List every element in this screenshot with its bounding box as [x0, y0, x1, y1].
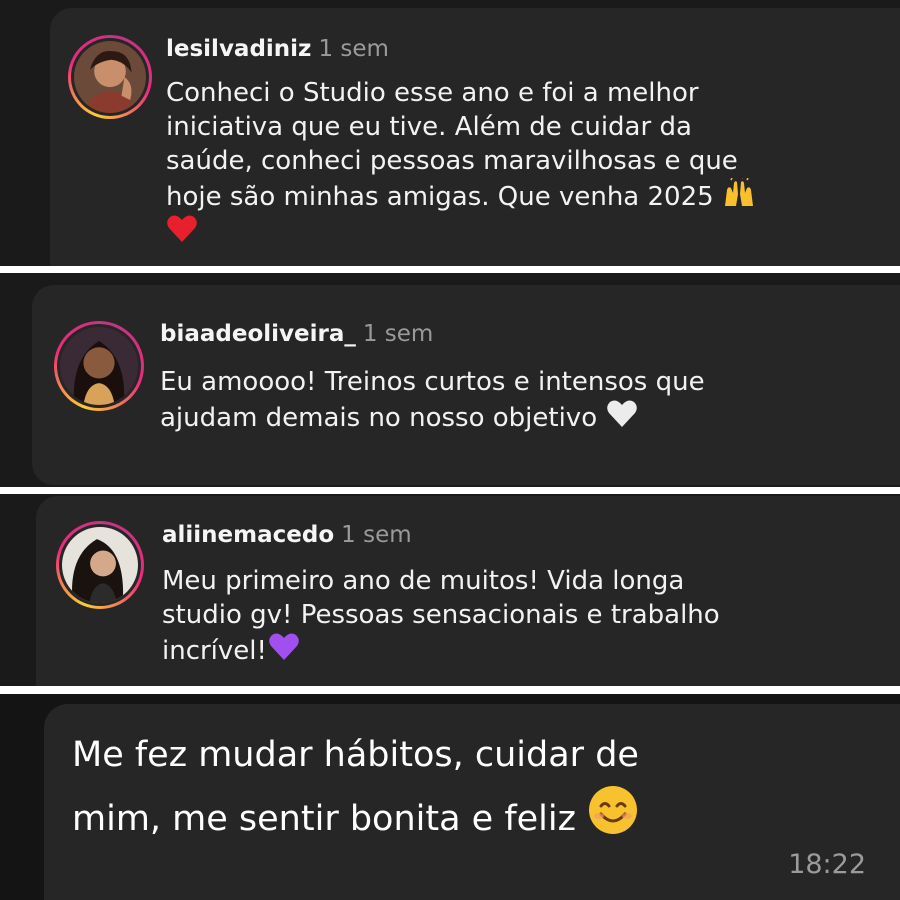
comment-line: iniciativa que eu tive. Além de cuidar d…	[166, 112, 692, 142]
raising-hands-emoji	[722, 178, 756, 208]
comment-line-emoji	[166, 214, 756, 250]
comment-line: studio gv! Pessoas sensacionais e trabal…	[162, 600, 720, 630]
avatar[interactable]	[68, 35, 152, 119]
username[interactable]: aliinemacedo	[162, 522, 334, 548]
chat-line-with-emoji: mim, me sentir bonita e feliz	[72, 784, 639, 848]
comment-meta: lesilvadiniz 1 sem	[166, 34, 389, 64]
comment-card: lesilvadiniz 1 sem Conheci o Studio esse …	[50, 8, 900, 266]
avatar-photo	[74, 41, 146, 113]
avatar-photo	[62, 527, 138, 603]
red-heart-emoji	[166, 214, 198, 244]
message-timestamp: 18:22	[788, 849, 866, 880]
comment-line: ajudam demais no nosso objetivo	[160, 403, 598, 433]
white-heart-emoji	[605, 399, 639, 429]
divider	[0, 686, 900, 694]
chat-panel: Me fez mudar hábitos, cuidar de mim, me …	[0, 694, 900, 900]
divider	[0, 487, 900, 494]
comment-card: aliinemacedo 1 sem Meu primeiro ano de mu…	[36, 496, 900, 686]
comment-time: 1 sem	[318, 36, 389, 62]
comment-meta: biaadeoliveira_ 1 sem	[160, 319, 433, 349]
comment-line-with-emoji: incrível!	[162, 632, 720, 668]
divider	[0, 266, 900, 273]
username[interactable]: lesilvadiniz	[166, 36, 311, 62]
comment-text: Conheci o Studio esse ano e foi a melhor…	[166, 76, 756, 250]
screenshot-collage: lesilvadiniz 1 sem Conheci o Studio esse …	[0, 0, 900, 900]
comment-line-with-emoji: hoje são minhas amigas. Que venha 2025	[166, 178, 756, 214]
comment-line: incrível!	[162, 636, 267, 666]
comment-meta: aliinemacedo 1 sem	[162, 520, 412, 550]
comment-panel-2: biaadeoliveira_ 1 sem Eu amoooo! Treinos …	[0, 273, 900, 487]
comment-panel-3: aliinemacedo 1 sem Meu primeiro ano de mu…	[0, 494, 900, 686]
comment-line: hoje são minhas amigas. Que venha 2025	[166, 182, 714, 212]
purple-heart-emoji	[267, 632, 301, 662]
smiling-face-emoji	[587, 784, 639, 836]
comment-line: Eu amoooo! Treinos curtos e intensos que	[160, 367, 705, 397]
chat-line: Me fez mudar hábitos, cuidar de	[72, 735, 639, 775]
comment-line: saúde, conheci pessoas maravilhosas e qu…	[166, 146, 738, 176]
comment-card: biaadeoliveira_ 1 sem Eu amoooo! Treinos …	[32, 285, 900, 485]
comment-panel-1: lesilvadiniz 1 sem Conheci o Studio esse …	[0, 0, 900, 266]
chat-line: mim, me sentir bonita e feliz	[72, 799, 576, 839]
comment-time: 1 sem	[341, 522, 412, 548]
chat-message-text: Me fez mudar hábitos, cuidar de mim, me …	[72, 726, 639, 848]
comment-text: Meu primeiro ano de muitos! Vida longa s…	[162, 564, 720, 668]
avatar-photo	[60, 327, 138, 405]
username[interactable]: biaadeoliveira_	[160, 321, 356, 347]
comment-line: Meu primeiro ano de muitos! Vida longa	[162, 566, 685, 596]
avatar[interactable]	[56, 521, 144, 609]
comment-line-with-emoji: ajudam demais no nosso objetivo	[160, 399, 705, 435]
comment-line: Conheci o Studio esse ano e foi a melhor	[166, 78, 699, 108]
comment-time: 1 sem	[362, 321, 434, 347]
comment-text: Eu amoooo! Treinos curtos e intensos que…	[160, 365, 705, 435]
avatar[interactable]	[54, 321, 144, 411]
